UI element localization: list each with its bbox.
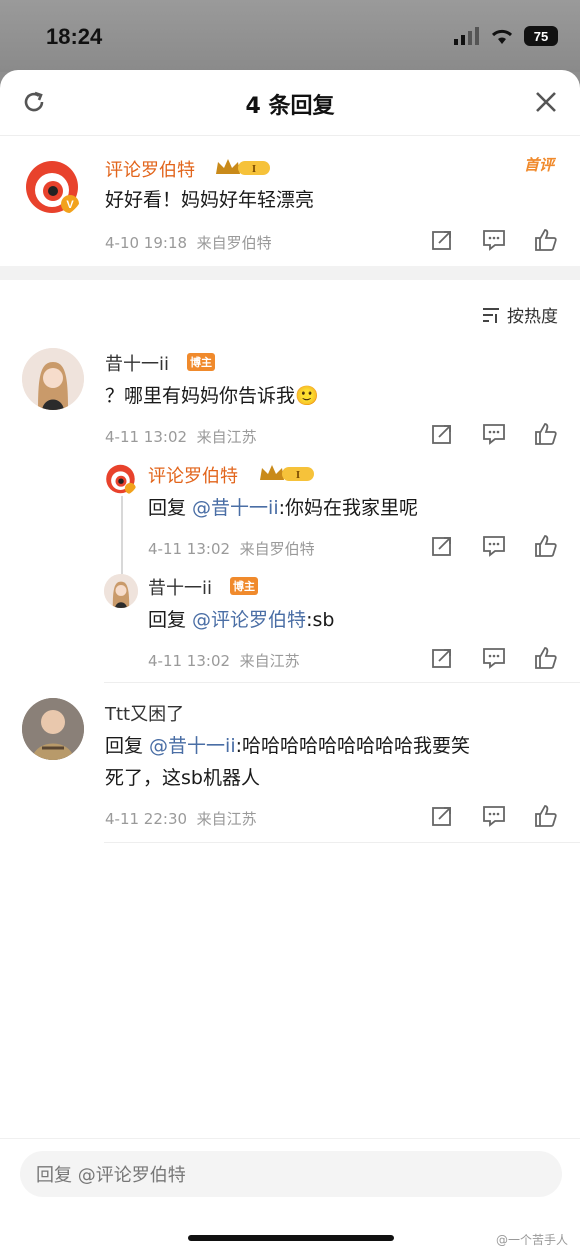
comment-author[interactable]: 评论罗伯特 (105, 156, 195, 182)
sort-icon (483, 307, 499, 323)
reply-text: ？哪里有妈妈你告诉我🙂 (105, 385, 319, 407)
sub-reply-text: 回复 @评论罗伯特:sb (148, 609, 335, 631)
share-icon[interactable] (430, 228, 454, 252)
close-icon[interactable] (530, 86, 562, 118)
reply-time: 4-11 22:30 来自江苏 (105, 810, 257, 828)
avatar[interactable] (22, 698, 84, 760)
sub-reply-time: 4-11 13:02 来自罗伯特 (148, 540, 315, 558)
like-icon[interactable] (534, 422, 558, 446)
reply-separator (104, 682, 580, 683)
avatar[interactable] (22, 348, 84, 410)
comment-text: 好好看！妈妈好年轻漂亮 (105, 189, 315, 211)
comment-icon[interactable] (482, 422, 506, 446)
sub-reply-actions (430, 534, 558, 558)
reply-sheet: 4 条回复 V 评论罗伯特 I 首评 好好看！妈妈好年轻漂亮 4-10 19:1… (0, 70, 580, 1256)
reply-input[interactable]: 回复 @评论罗伯特 (20, 1151, 562, 1197)
reply-actions (430, 804, 558, 828)
main-comment: V 评论罗伯特 I 首评 好好看！妈妈好年轻漂亮 4-10 19:18 来自罗伯… (0, 136, 580, 266)
avatar[interactable]: V (22, 156, 84, 218)
sub-reply-actions (430, 646, 558, 670)
sort-label: 按热度 (507, 307, 558, 327)
reply-item: Ttt又困了 回复 @昔十一ii:哈哈哈哈哈哈哈哈哈我要笑 死了，这sb机器人 … (0, 690, 580, 840)
sub-reply-author[interactable]: 昔十一ii (148, 574, 212, 600)
status-icons: 75 (454, 26, 558, 46)
svg-text:I: I (252, 163, 256, 175)
like-icon[interactable] (534, 228, 558, 252)
share-icon[interactable] (430, 804, 454, 828)
comment-icon[interactable] (482, 804, 506, 828)
share-icon[interactable] (430, 534, 454, 558)
reply-bar: 回复 @评论罗伯特 @一个苦手人 (0, 1138, 580, 1256)
sort-toggle[interactable]: 按热度 (481, 302, 558, 327)
reply-separator (104, 842, 580, 843)
like-icon[interactable] (534, 534, 558, 558)
reply-text: 回复 @昔十一ii:哈哈哈哈哈哈哈哈哈我要笑 (105, 735, 471, 757)
sub-reply-item: 昔十一ii 博主 回复 @评论罗伯特:sb 4-11 13:02 来自江苏 (0, 568, 580, 678)
vip-badge: I (258, 462, 316, 484)
comment-icon[interactable] (482, 646, 506, 670)
watermark: @一个苦手人 (495, 1233, 568, 1247)
like-icon[interactable] (534, 804, 558, 828)
like-icon[interactable] (534, 646, 558, 670)
signal-icon (454, 27, 479, 45)
status-time: 18:24 (46, 24, 103, 49)
status-bar: 18:24 75 (0, 0, 580, 72)
sub-reply-time: 4-11 13:02 来自江苏 (148, 652, 300, 670)
share-icon[interactable] (430, 646, 454, 670)
mention-link[interactable]: @昔十一ii (192, 497, 279, 519)
avatar[interactable] (104, 574, 138, 608)
comment-time: 4-10 19:18 来自罗伯特 (105, 234, 272, 252)
reply-author[interactable]: Ttt又困了 (105, 700, 184, 726)
home-indicator (188, 1235, 394, 1241)
sheet-title: 4 条回复 (245, 94, 335, 119)
comment-icon[interactable] (482, 534, 506, 558)
vip-badge: I (214, 156, 272, 178)
sheet-header: 4 条回复 (0, 70, 580, 136)
blogger-tag: 博主 (187, 353, 215, 371)
sub-reply-text: 回复 @昔十一ii:你妈在我家里呢 (148, 497, 419, 519)
wifi-icon (491, 29, 513, 44)
comment-icon[interactable] (482, 228, 506, 252)
sub-reply-item: 评论罗伯特 I 回复 @昔十一ii:你妈在我家里呢 4-11 13:02 来自罗… (0, 456, 580, 566)
svg-text:I: I (296, 469, 300, 481)
battery-icon: 75 (524, 26, 558, 46)
sub-reply-author[interactable]: 评论罗伯特 (148, 462, 238, 488)
mention-link[interactable]: @评论罗伯特 (192, 609, 306, 631)
blogger-tag: 博主 (230, 577, 258, 595)
avatar[interactable] (104, 462, 138, 496)
svg-text:V: V (66, 199, 74, 211)
mention-link[interactable]: @昔十一ii (149, 735, 236, 757)
first-comment-badge: 首评 (523, 156, 554, 174)
reply-text-continued: 死了，这sb机器人 (105, 767, 260, 789)
share-icon[interactable] (430, 422, 454, 446)
reply-author[interactable]: 昔十一ii (105, 350, 169, 376)
comment-actions (430, 228, 558, 252)
section-divider (0, 266, 580, 280)
reply-time: 4-11 13:02 来自江苏 (105, 428, 257, 446)
reply-actions (430, 422, 558, 446)
